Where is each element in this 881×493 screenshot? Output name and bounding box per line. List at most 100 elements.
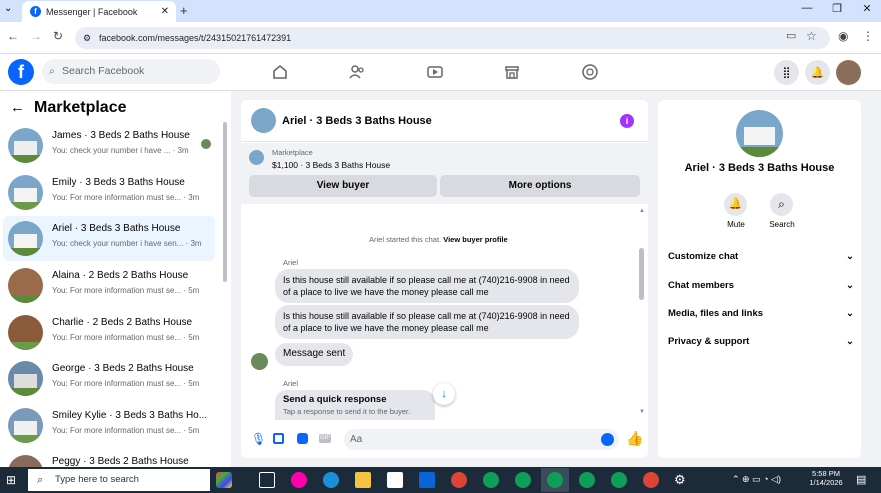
settings-gear-icon[interactable]: ⚙ [674,472,686,488]
notification-center-icon[interactable]: ▤ [856,473,866,486]
conversation-preview: You: For more information must se... · 5… [52,333,200,342]
gif-icon[interactable]: GIF [319,434,331,443]
cast-icon[interactable]: ▭ [786,29,796,42]
search-icon: ⌕ [37,474,44,486]
account-avatar[interactable] [836,60,861,85]
left-scrollbar[interactable] [223,122,227,282]
page-title: Marketplace [34,99,127,116]
sticker-icon[interactable] [297,433,308,444]
back-arrow-icon[interactable]: ← [10,99,25,116]
restore-button[interactable]: ❐ [822,2,852,15]
scroll-down-arrow-icon[interactable]: ↓ [433,383,455,405]
conversation-item[interactable]: Smiley Kylie · 3 Beds 3 Baths Ho... You:… [3,403,215,448]
back-arrow-icon[interactable]: ← [7,29,19,43]
menu-dots-icon[interactable]: ⋮ [862,29,874,43]
mute-bell-icon[interactable]: 🔔 [724,193,747,216]
conversation-item[interactable]: Emily · 3 Beds 3 Baths House You: For mo… [3,170,215,215]
conversation-item[interactable]: Charlie · 2 Beds 2 Baths House You: For … [3,310,215,355]
reload-icon[interactable]: ↻ [53,29,63,43]
info-icon[interactable]: i [620,114,634,128]
thumbs-up-icon[interactable]: 👍 [626,430,643,447]
site-settings-icon[interactable]: ⚙ [83,27,91,49]
message-bubble[interactable]: Is this house still available if so plea… [275,305,579,339]
message-bubble[interactable]: Is this house still available if so plea… [275,269,579,303]
more-options-button[interactable]: More options [440,175,640,197]
bookmark-star-icon[interactable]: ☆ [806,29,817,43]
conversation-item[interactable]: James · 3 Beds 2 Baths House You: check … [3,123,215,168]
url-bar[interactable]: ⚙ facebook.com/messages/t/24315021761472… [75,27,830,49]
menu-grid-icon[interactable]: ⣿ [774,60,799,85]
chevron-down-icon: ⌄ [846,280,854,291]
privacy-support-row[interactable]: Privacy & support ⌄ [668,336,854,347]
view-buyer-profile-link[interactable]: View buyer profile [443,235,507,244]
chat-started-note: Ariel started this chat. View buyer prof… [369,235,508,244]
listing-text[interactable]: $1,100 · 3 Beds 3 Baths House [272,160,390,170]
chrome-icon[interactable] [611,472,627,488]
chrome-icon[interactable] [547,472,563,488]
clock[interactable]: 5:58 PM 1/14/2026 [808,469,844,487]
gaming-icon[interactable] [581,63,599,81]
scroll-up-arrow-icon[interactable]: ▲ [639,208,645,214]
chrome-icon[interactable] [579,472,595,488]
edge-icon[interactable] [323,472,339,488]
conversation-item-selected[interactable]: Ariel · 3 Beds 3 Baths House You: check … [3,216,215,261]
chrome-icon[interactable] [515,472,531,488]
microphone-icon[interactable]: 🎙 [251,432,266,446]
store-icon[interactable] [387,472,403,488]
view-buyer-button[interactable]: View buyer [249,175,437,197]
chat-members-row[interactable]: Chat members ⌄ [668,280,854,291]
chat-scrollbar[interactable] [639,248,644,300]
browser-tab[interactable]: f Messenger | Facebook ✕ [22,1,176,22]
video-icon[interactable] [426,63,444,81]
row-label: Privacy & support [668,336,750,347]
quick-response-card[interactable]: Send a quick response Tap a response to … [275,390,435,420]
date: 1/14/2026 [809,478,843,487]
media-files-links-row[interactable]: Media, files and links ⌄ [668,308,854,319]
tab-list-chevron-icon[interactable]: ⌄ [4,3,12,14]
forward-arrow-icon[interactable]: → [30,29,42,43]
message-input[interactable]: Aa [344,429,619,450]
url-text: facebook.com/messages/t/2431502176147239… [99,33,292,43]
read-receipt-avatar [201,139,211,149]
minimize-button[interactable]: — [792,2,822,14]
marketplace-icon[interactable] [503,63,521,81]
chrome-icon[interactable] [451,472,467,488]
search-input[interactable]: ⌕ Search Facebook [42,59,220,84]
conversation-item[interactable]: Peggy · 3 Beds 2 Baths House [3,450,215,467]
close-window-button[interactable]: ✕ [852,2,881,15]
outlook-icon[interactable] [419,472,435,488]
chat-avatar[interactable] [251,108,276,133]
conversation-preview: You: For more information must se... · 3… [52,193,200,202]
copilot-icon[interactable] [291,472,307,488]
chrome-icon[interactable] [483,472,499,488]
conversation-item[interactable]: George · 3 Beds 2 Baths House You: For m… [3,356,215,401]
scroll-down-small-icon[interactable]: ▼ [639,409,645,415]
listing-thumbnail [249,150,264,165]
row-label: Chat members [668,280,734,291]
customize-chat-row[interactable]: Customize chat ⌄ [668,251,854,262]
file-explorer-icon[interactable] [355,472,371,488]
system-tray-icons[interactable]: ⌃ ⊕ ▭ ◔ ◁) [732,474,781,485]
message-bubble[interactable]: Message sent [275,343,354,366]
notifications-bell-icon[interactable]: 🔔 [805,60,830,85]
conversation-item[interactable]: Alaina · 2 Beds 2 Baths House You: For m… [3,263,215,308]
search-icon[interactable]: ⌕ [770,193,793,216]
profile-photo[interactable] [736,110,783,157]
facebook-logo-icon[interactable]: f [8,59,34,85]
windows-start-icon[interactable]: ⊞ [6,473,20,487]
search-label: Search [769,220,795,229]
close-tab-icon[interactable]: ✕ [161,6,169,17]
chrome-icon[interactable] [643,472,659,488]
conversation-preview: You: check your number i have sen... · 3… [52,239,202,248]
profile-icon[interactable]: ◉ [838,29,848,43]
photo-icon[interactable] [273,433,284,444]
house-avatar [8,408,43,443]
taskbar-search-input[interactable]: ⌕ Type here to search [28,469,210,491]
chat-title[interactable]: Ariel · 3 Beds 3 Baths House [282,115,432,127]
home-icon[interactable] [271,63,289,81]
task-view-icon[interactable] [259,472,275,488]
new-tab-button[interactable]: + [180,3,188,18]
colorful-app-icon[interactable] [216,472,232,488]
friends-icon[interactable] [348,63,366,81]
emoji-icon[interactable] [601,433,614,446]
